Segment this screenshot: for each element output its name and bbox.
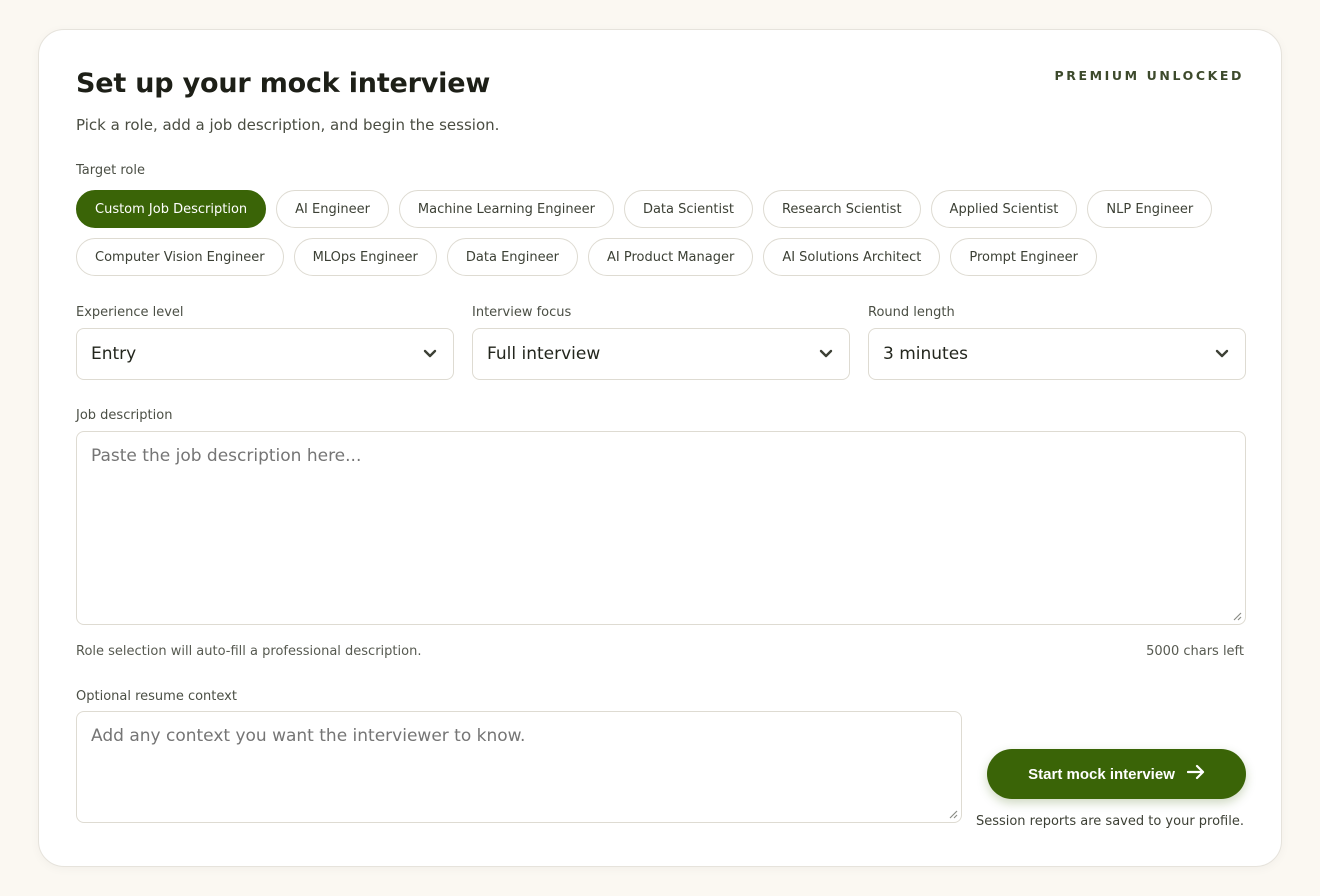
round-length-select[interactable]: 3 minutes — [868, 328, 1246, 380]
role-chip-data-engineer[interactable]: Data Engineer — [446, 238, 578, 276]
role-chip-mlops-engineer[interactable]: MLOps Engineer — [293, 238, 437, 276]
setup-card: Set up your mock interview Pick a role, … — [38, 29, 1282, 867]
resume-context-input[interactable] — [76, 711, 962, 823]
role-chip-machine-learning-engineer[interactable]: Machine Learning Engineer — [398, 190, 614, 228]
role-chip-prompt-engineer[interactable]: Prompt Engineer — [950, 238, 1097, 276]
chars-left-counter: 5000 chars left — [1146, 644, 1244, 659]
interview-focus-select[interactable]: Full interview — [472, 328, 850, 380]
chevron-down-icon — [421, 345, 439, 363]
experience-level-label: Experience level — [76, 305, 184, 320]
role-chips: Custom Job Description AI Engineer Machi… — [76, 190, 1256, 286]
experience-level-select[interactable]: Entry — [76, 328, 454, 380]
arrow-right-icon — [1186, 764, 1205, 784]
interview-focus-value: Full interview — [487, 344, 601, 364]
resize-handle-icon[interactable] — [948, 809, 958, 819]
role-chip-nlp-engineer[interactable]: NLP Engineer — [1087, 190, 1213, 228]
chevron-down-icon — [817, 345, 835, 363]
start-button-label: Start mock interview — [1028, 765, 1175, 783]
job-description-label: Job description — [76, 408, 173, 423]
role-chip-row: Custom Job Description AI Engineer Machi… — [76, 190, 1256, 228]
interview-focus-label: Interview focus — [472, 305, 572, 320]
resize-handle-icon[interactable] — [1232, 611, 1242, 621]
job-description-hint: Role selection will auto-fill a professi… — [76, 644, 422, 659]
role-chip-ai-product-manager[interactable]: AI Product Manager — [587, 238, 754, 276]
job-description-input[interactable] — [76, 431, 1246, 625]
role-chip-data-scientist[interactable]: Data Scientist — [623, 190, 753, 228]
role-chip-ai-solutions-architect[interactable]: AI Solutions Architect — [763, 238, 941, 276]
start-mock-interview-button[interactable]: Start mock interview — [987, 749, 1246, 799]
round-length-label: Round length — [868, 305, 955, 320]
target-role-label: Target role — [76, 163, 145, 178]
premium-badge: PREMIUM UNLOCKED — [1054, 68, 1244, 83]
round-length-value: 3 minutes — [883, 344, 969, 364]
role-chip-row: Computer Vision Engineer MLOps Engineer … — [76, 238, 1256, 276]
session-reports-note: Session reports are saved to your profil… — [975, 814, 1244, 829]
page-subtitle: Pick a role, add a job description, and … — [76, 116, 500, 134]
role-chip-custom-job-description[interactable]: Custom Job Description — [76, 190, 267, 228]
page-title: Set up your mock interview — [76, 68, 491, 99]
chevron-down-icon — [1213, 345, 1231, 363]
resume-context-label: Optional resume context — [76, 689, 237, 704]
role-chip-research-scientist[interactable]: Research Scientist — [762, 190, 921, 228]
role-chip-applied-scientist[interactable]: Applied Scientist — [930, 190, 1078, 228]
experience-level-value: Entry — [91, 344, 137, 364]
role-chip-ai-engineer[interactable]: AI Engineer — [276, 190, 389, 228]
role-chip-computer-vision-engineer[interactable]: Computer Vision Engineer — [76, 238, 284, 276]
